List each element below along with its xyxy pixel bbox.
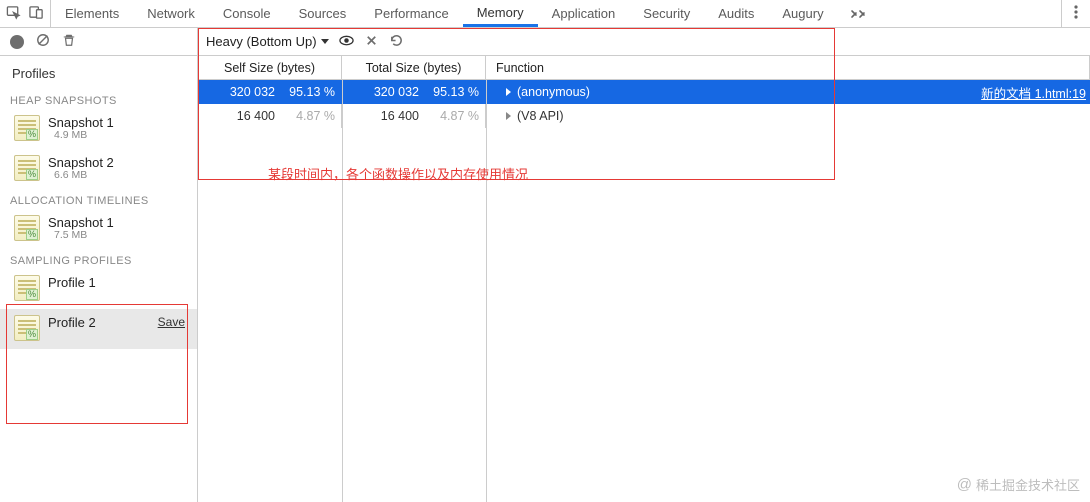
record-icon[interactable] bbox=[10, 35, 24, 49]
total-size-pct: 95.13 % bbox=[427, 85, 479, 99]
panel-tabs: Elements Network Console Sources Perform… bbox=[51, 0, 1061, 27]
top-right-controls bbox=[1061, 0, 1090, 27]
total-size-pct: 4.87 % bbox=[427, 109, 479, 123]
sidebar-item-label: Snapshot 1 bbox=[48, 215, 114, 230]
sidebar-item-sub: 7.5 MB bbox=[54, 229, 87, 241]
group-heap-snapshots: HEAP SNAPSHOTS bbox=[0, 89, 197, 109]
more-options-icon[interactable] bbox=[1074, 5, 1078, 22]
profiles-sidebar: Profiles HEAP SNAPSHOTS Snapshot 1 4.9 M… bbox=[0, 56, 198, 502]
source-link[interactable]: 新的文档 1.html:19 bbox=[981, 83, 1086, 102]
chevron-down-icon bbox=[321, 39, 329, 44]
annotation-text: 某段时间内，各个函数操作以及内存使用情况 bbox=[268, 164, 528, 183]
cell-self: 320 032 95.13 % bbox=[198, 80, 342, 104]
tab-performance[interactable]: Performance bbox=[360, 0, 462, 27]
self-size-pct: 95.13 % bbox=[283, 85, 335, 99]
tab-application[interactable]: Application bbox=[538, 0, 630, 27]
cell-self: 16 400 4.87 % bbox=[198, 104, 342, 128]
table-row[interactable]: 320 032 95.13 % 320 032 95.13 % (anonymo… bbox=[198, 80, 1090, 104]
group-allocation-timelines: ALLOCATION TIMELINES bbox=[0, 189, 197, 209]
cell-function: (anonymous) 新的文档 1.html:19 bbox=[486, 80, 1090, 104]
sidebar-item-timeline-1[interactable]: Snapshot 1 7.5 MB bbox=[0, 209, 197, 249]
cell-total: 16 400 4.87 % bbox=[342, 104, 486, 128]
sidebar-item-label: Profile 1 bbox=[48, 275, 96, 290]
sidebar-item-snapshot-1[interactable]: Snapshot 1 4.9 MB bbox=[0, 109, 197, 149]
function-name: (anonymous) bbox=[517, 85, 590, 99]
snapshot-icon bbox=[14, 115, 40, 141]
group-sampling-profiles: SAMPLING PROFILES bbox=[0, 249, 197, 269]
tab-sources[interactable]: Sources bbox=[285, 0, 361, 27]
cell-total: 320 032 95.13 % bbox=[342, 80, 486, 104]
expand-icon[interactable] bbox=[506, 88, 511, 96]
refresh-icon[interactable] bbox=[389, 33, 404, 51]
table-header: Self Size (bytes) Total Size (bytes) Fun… bbox=[198, 56, 1090, 80]
view-mode-label: Heavy (Bottom Up) bbox=[206, 34, 317, 49]
memory-toolbar: Heavy (Bottom Up) bbox=[0, 28, 1090, 56]
expand-icon[interactable] bbox=[506, 112, 511, 120]
watermark-text: 稀土掘金技术社区 bbox=[976, 475, 1080, 494]
clear-icon[interactable] bbox=[36, 33, 50, 50]
snapshot-icon bbox=[14, 315, 40, 341]
function-name: (V8 API) bbox=[517, 109, 564, 123]
at-symbol-icon: @ bbox=[957, 476, 972, 493]
sidebar-title: Profiles bbox=[0, 56, 197, 89]
self-size-value: 320 032 bbox=[223, 85, 275, 99]
focus-icon[interactable] bbox=[339, 33, 354, 51]
sidebar-item-label: Snapshot 1 bbox=[48, 115, 114, 130]
sidebar-item-snapshot-2[interactable]: Snapshot 2 6.6 MB bbox=[0, 149, 197, 189]
sidebar-item-label: Snapshot 2 bbox=[48, 155, 114, 170]
col-self-size[interactable]: Self Size (bytes) bbox=[198, 56, 342, 79]
snapshot-icon bbox=[14, 275, 40, 301]
tab-memory[interactable]: Memory bbox=[463, 0, 538, 27]
main-split: Profiles HEAP SNAPSHOTS Snapshot 1 4.9 M… bbox=[0, 56, 1090, 502]
col-function[interactable]: Function bbox=[486, 56, 1090, 79]
tab-console[interactable]: Console bbox=[209, 0, 285, 27]
devtools-tabbar: Elements Network Console Sources Perform… bbox=[0, 0, 1090, 28]
sidebar-item-profile-1[interactable]: Profile 1 bbox=[0, 269, 197, 309]
self-size-pct: 4.87 % bbox=[283, 109, 335, 123]
sidebar-item-sub: 4.9 MB bbox=[54, 129, 87, 141]
snapshot-icon bbox=[14, 155, 40, 181]
tab-security[interactable]: Security bbox=[629, 0, 704, 27]
snapshot-icon bbox=[14, 215, 40, 241]
sidebar-item-sub: 6.6 MB bbox=[54, 169, 87, 181]
table-row[interactable]: 16 400 4.87 % 16 400 4.87 % (V8 API) bbox=[198, 104, 1090, 128]
close-icon[interactable] bbox=[364, 33, 379, 51]
view-mode-select[interactable]: Heavy (Bottom Up) bbox=[206, 34, 329, 49]
watermark: @ 稀土掘金技术社区 bbox=[957, 475, 1080, 494]
tab-augury[interactable]: Augury bbox=[768, 0, 837, 27]
delete-icon[interactable] bbox=[62, 33, 76, 50]
device-toolbar-icon[interactable] bbox=[29, 5, 44, 23]
tab-elements[interactable]: Elements bbox=[51, 0, 133, 27]
tab-audits[interactable]: Audits bbox=[704, 0, 768, 27]
sidebar-item-label: Profile 2 bbox=[48, 315, 96, 330]
column-divider[interactable] bbox=[486, 80, 487, 502]
total-size-value: 320 032 bbox=[367, 85, 419, 99]
sidebar-item-profile-2[interactable]: Profile 2 Save bbox=[0, 309, 197, 349]
self-size-value: 16 400 bbox=[223, 109, 275, 123]
view-toolbar: Heavy (Bottom Up) bbox=[198, 28, 1090, 55]
inspect-controls bbox=[0, 0, 51, 27]
save-link[interactable]: Save bbox=[158, 315, 185, 329]
inspect-element-icon[interactable] bbox=[6, 5, 21, 23]
col-total-size[interactable]: Total Size (bytes) bbox=[342, 56, 486, 79]
profile-table: Self Size (bytes) Total Size (bytes) Fun… bbox=[198, 56, 1090, 502]
cell-function: (V8 API) bbox=[486, 104, 1090, 128]
profile-record-controls bbox=[0, 28, 198, 55]
tab-network[interactable]: Network bbox=[133, 0, 209, 27]
tabs-overflow-icon[interactable] bbox=[838, 0, 878, 27]
column-divider[interactable] bbox=[342, 80, 343, 502]
total-size-value: 16 400 bbox=[367, 109, 419, 123]
